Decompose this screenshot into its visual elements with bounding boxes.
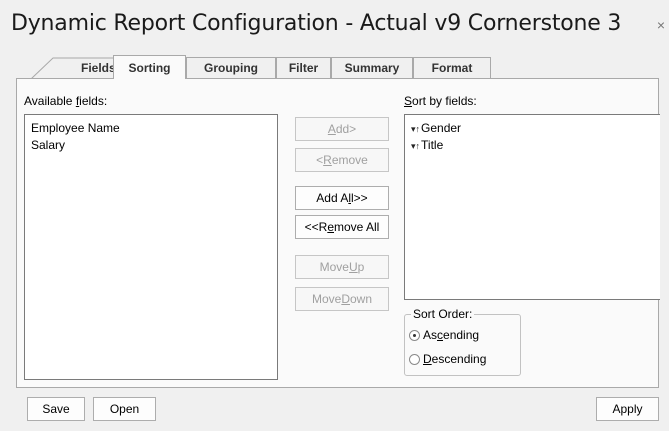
tab-format[interactable]: Format bbox=[413, 57, 491, 78]
sort-ascending-icon[interactable]: ▾↑ bbox=[411, 124, 420, 134]
sort-by-fields-list[interactable]: ▾↑Gender ▾↑Title bbox=[404, 114, 660, 300]
list-item[interactable]: Employee Name bbox=[25, 120, 277, 137]
add-button[interactable]: Add> bbox=[295, 117, 389, 141]
remove-button[interactable]: < Remove bbox=[295, 148, 389, 172]
tab-label: Fields bbox=[81, 61, 116, 75]
tab-label: Filter bbox=[288, 61, 319, 75]
tab-label: Grouping bbox=[204, 61, 258, 75]
available-fields-label: Available fields: bbox=[24, 94, 108, 108]
move-up-button[interactable]: Move Up bbox=[295, 255, 389, 279]
add-all-button[interactable]: Add Al l>> bbox=[295, 186, 389, 210]
descending-radio[interactable]: Descending bbox=[409, 352, 486, 366]
sort-by-fields-label: Sort by fields: bbox=[404, 94, 477, 108]
tab-filter[interactable]: Filter bbox=[276, 57, 331, 78]
sort-field-item[interactable]: ▾↑Title bbox=[405, 137, 660, 154]
available-fields-list[interactable]: Employee Name Salary bbox=[24, 114, 278, 380]
tab-summary[interactable]: Summary bbox=[331, 57, 413, 78]
apply-button[interactable]: Apply bbox=[596, 397, 659, 421]
sorting-panel: Available fields: Employee Name Salary A… bbox=[16, 78, 660, 388]
save-button[interactable]: Save bbox=[27, 397, 85, 421]
ascending-radio[interactable]: As c ending bbox=[409, 328, 479, 342]
sort-order-title: Sort Order: bbox=[411, 307, 475, 321]
sort-field-item[interactable]: ▾↑Gender bbox=[405, 120, 660, 137]
sort-ascending-icon[interactable]: ▾↑ bbox=[411, 141, 420, 151]
close-icon[interactable]: × bbox=[657, 17, 665, 33]
window-title: Dynamic Report Configuration - Actual v9… bbox=[11, 11, 622, 36]
title-bar: Dynamic Report Configuration - Actual v9… bbox=[0, 0, 669, 48]
open-button[interactable]: Open bbox=[93, 397, 156, 421]
tab-strip: Fields Sorting Grouping Filter Summary F… bbox=[17, 55, 657, 79]
tab-label: Summary bbox=[344, 61, 400, 75]
tab-grouping[interactable]: Grouping bbox=[186, 57, 276, 78]
tab-label: Format bbox=[431, 61, 473, 75]
remove-all-button[interactable]: <<R e move All bbox=[295, 215, 389, 239]
tab-label: Sorting bbox=[128, 60, 171, 75]
radio-unchecked-icon[interactable] bbox=[409, 353, 420, 365]
move-down-button[interactable]: Move Down bbox=[295, 287, 389, 311]
list-item[interactable]: Salary bbox=[25, 137, 277, 154]
tab-sorting[interactable]: Sorting bbox=[113, 55, 186, 79]
sort-order-group: Sort Order: As c ending Descending bbox=[404, 307, 521, 376]
radio-checked-icon[interactable] bbox=[409, 329, 420, 341]
